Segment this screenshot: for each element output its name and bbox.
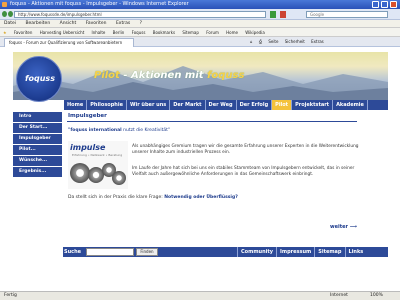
zoom-level[interactable]: 100% bbox=[370, 292, 383, 300]
favorites-bar: ★ Favoriten Harvesting Uebersicht Inhalt… bbox=[0, 28, 400, 37]
back-icon[interactable] bbox=[2, 11, 7, 17]
window-titlebar: foquss - Aktionen mit foquss - Impulsgeb… bbox=[0, 0, 400, 9]
impulse-logo-text: impulse bbox=[70, 143, 106, 152]
favorites-star-icon[interactable]: ★ bbox=[3, 30, 7, 35]
gear-icon bbox=[112, 171, 126, 185]
page-header-title: Pilot - Aktionen mit foquss bbox=[94, 70, 244, 81]
nav-item-der-weg[interactable]: Der Weg bbox=[206, 100, 237, 110]
header-title-pilot: Pilot bbox=[94, 70, 120, 81]
gear-icon bbox=[70, 163, 90, 183]
browser-window: foquss - Aktionen mit foquss - Impulsgeb… bbox=[0, 0, 400, 300]
menu-item[interactable]: Bearbeiten bbox=[25, 21, 50, 26]
content-divider bbox=[67, 121, 357, 122]
menu-item[interactable]: Ansicht bbox=[60, 21, 77, 26]
menu-bar: Datei Bearbeiten Ansicht Favoriten Extra… bbox=[0, 20, 400, 28]
impulse-image: impulse Erfahrung • Netzwerk • Beratung bbox=[68, 141, 128, 189]
minimize-button[interactable] bbox=[372, 1, 379, 8]
favorite-item[interactable]: Inhalte bbox=[92, 30, 106, 35]
search-input[interactable]: Google bbox=[306, 11, 388, 18]
favorite-item[interactable]: Sitemap bbox=[182, 30, 199, 35]
nav-item-home[interactable]: Home bbox=[64, 100, 88, 110]
search-button[interactable]: Finden bbox=[136, 248, 158, 256]
nav-item-philosophie[interactable]: Philosophie bbox=[87, 100, 127, 110]
nav-item-projektstart[interactable]: Projektstart bbox=[292, 100, 334, 110]
nav-item-der-markt[interactable]: Der Markt bbox=[170, 100, 206, 110]
main-content: Impulsgeber "foquss international nutzt … bbox=[64, 111, 364, 241]
favorite-item[interactable]: Foquss bbox=[132, 30, 146, 35]
question-text: Da stellt sich in der Praxis die klare F… bbox=[68, 195, 165, 200]
sidebar-item-pilot[interactable]: Pilot... bbox=[13, 145, 62, 155]
sidebar-navigation: Intro Der Start... Impulsgeber Pilot... … bbox=[13, 112, 62, 177]
quote-brand: "foquss international bbox=[68, 128, 122, 133]
status-bar: Fertig Internet 100% bbox=[0, 291, 400, 300]
menu-item[interactable]: Favoriten bbox=[86, 21, 107, 26]
nav-item-der-erfolg[interactable]: Der Erfolg bbox=[237, 100, 273, 110]
favorite-item[interactable]: Home bbox=[226, 30, 238, 35]
content-title: Impulsgeber bbox=[68, 113, 107, 119]
menu-item[interactable]: Datei bbox=[4, 21, 16, 26]
menu-item[interactable]: Extras bbox=[116, 21, 130, 26]
impulse-tagline: Erfahrung • Netzwerk • Beratung bbox=[72, 153, 123, 157]
ie-icon bbox=[2, 2, 7, 7]
favorite-item[interactable]: Harvesting Uebersicht bbox=[40, 30, 85, 35]
refresh-icon[interactable] bbox=[270, 11, 276, 18]
header-title-middle: - Aktionen mit bbox=[119, 70, 208, 81]
security-zone: Internet bbox=[330, 293, 348, 298]
command-item[interactable]: Seite bbox=[268, 39, 278, 44]
close-button[interactable] bbox=[390, 1, 397, 8]
browser-tab[interactable]: foquss - Forum zur Qualifizierung von So… bbox=[4, 38, 134, 47]
sidebar-item-wuensche[interactable]: Wünsche... bbox=[13, 156, 62, 166]
command-bar: ⌂ ⎙ Seite Sicherheit Extras bbox=[250, 37, 329, 47]
content-quote: "foquss international nutzt die Kreativi… bbox=[68, 128, 170, 133]
nav-item-pilot[interactable]: Pilot bbox=[272, 100, 293, 110]
sidebar-item-ergebnis[interactable]: Ergebnis... bbox=[13, 167, 62, 177]
sidebar-item-der-start[interactable]: Der Start... bbox=[13, 123, 62, 133]
command-item[interactable]: Extras bbox=[311, 39, 324, 44]
stop-icon[interactable] bbox=[280, 11, 286, 18]
sidebar-item-impulsgeber[interactable]: Impulsgeber bbox=[13, 134, 62, 144]
forward-icon[interactable] bbox=[8, 11, 13, 17]
address-input[interactable]: http://www.foqussde.de/impulsgeber.html bbox=[14, 11, 266, 18]
footer-link-links[interactable]: Links bbox=[344, 247, 367, 257]
footer-link-community[interactable]: Community bbox=[237, 247, 276, 257]
sidebar-item-intro[interactable]: Intro bbox=[13, 112, 62, 122]
menu-item[interactable]: ? bbox=[140, 21, 142, 26]
foquss-logo[interactable]: foquss bbox=[16, 56, 62, 102]
home-icon[interactable]: ⌂ bbox=[250, 39, 253, 44]
favorite-item[interactable]: Favoriten bbox=[14, 30, 33, 35]
search-label: Suche bbox=[64, 249, 82, 255]
footer-link-sitemap[interactable]: Sitemap bbox=[314, 247, 344, 257]
address-toolbar: http://www.foqussde.de/impulsgeber.html … bbox=[0, 9, 400, 20]
favorite-item[interactable]: Wikipedia bbox=[245, 30, 265, 35]
logo-text: foquss bbox=[25, 74, 55, 83]
favorite-item[interactable]: Forum bbox=[206, 30, 219, 35]
more-link[interactable]: weiter ⟶ bbox=[330, 224, 357, 230]
favorite-item[interactable]: Bookmarks bbox=[153, 30, 175, 35]
maximize-button[interactable] bbox=[381, 1, 388, 8]
content-paragraph: Im Laufe der Jahre hat sich bei uns ein … bbox=[132, 166, 355, 177]
footer-links: Community Impressum Sitemap Links bbox=[237, 247, 366, 257]
question-link[interactable]: Notwendig oder Überflüssig? bbox=[164, 195, 238, 200]
status-text: Fertig bbox=[4, 293, 17, 298]
print-icon[interactable]: ⎙ bbox=[259, 39, 262, 44]
tab-bar: foquss - Forum zur Qualifizierung von So… bbox=[0, 37, 400, 47]
favorite-item[interactable]: Berlin bbox=[113, 30, 125, 35]
header-title-brand: foquss bbox=[207, 70, 245, 81]
window-title: foquss - Aktionen mit foquss - Impulsgeb… bbox=[10, 1, 189, 7]
site-search-input[interactable] bbox=[86, 248, 134, 256]
command-item[interactable]: Sicherheit bbox=[285, 39, 305, 44]
footer-link-impressum[interactable]: Impressum bbox=[276, 247, 314, 257]
nav-item-wir-ueber-uns[interactable]: Wir über uns bbox=[127, 100, 171, 110]
content-paragraph: Als unabhängiges Gremium tragen wir die … bbox=[132, 144, 359, 155]
main-navigation: Home Philosophie Wir über uns Der Markt Der … bbox=[64, 100, 388, 110]
nav-item-akademie[interactable]: Akademie bbox=[333, 100, 368, 110]
quote-rest: nutzt die Kreativität" bbox=[121, 128, 170, 133]
content-question: Da stellt sich in der Praxis die klare F… bbox=[68, 195, 238, 200]
